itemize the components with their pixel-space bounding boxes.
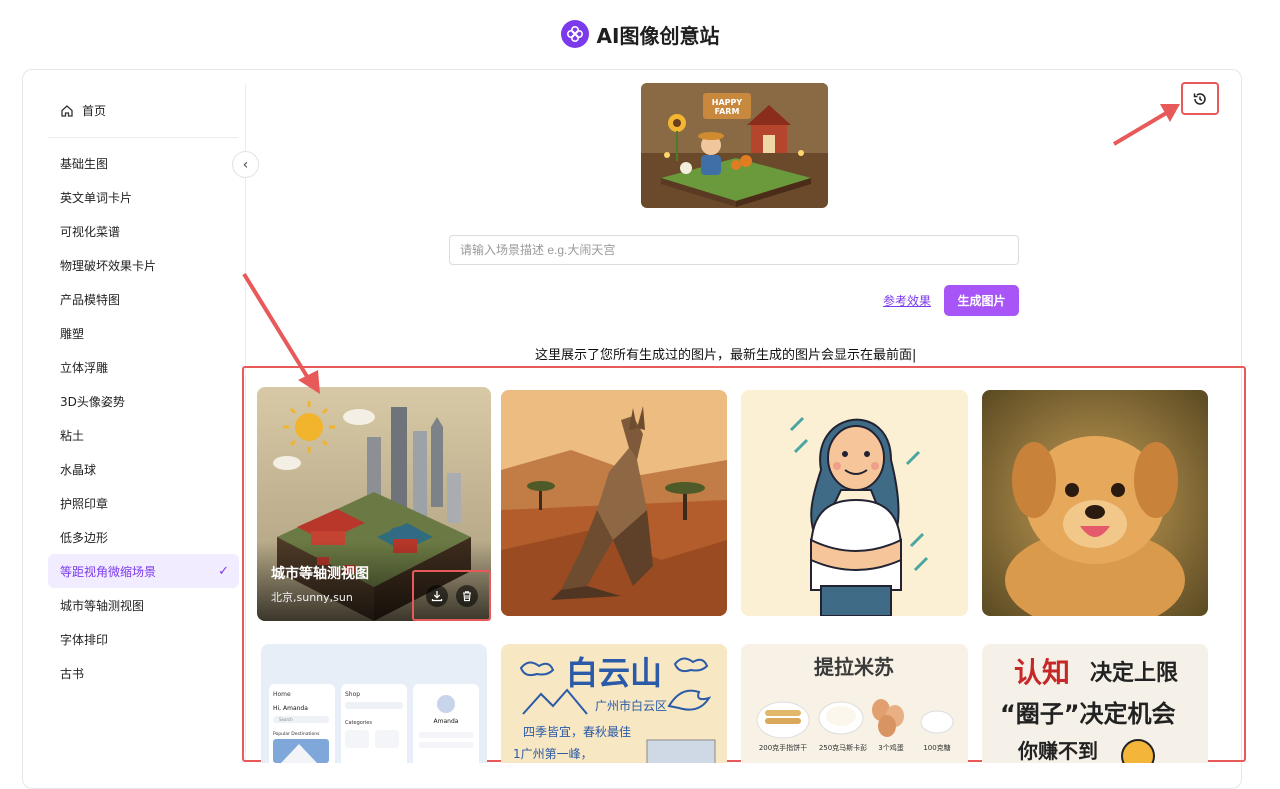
- sidebar-item-passport-stamp[interactable]: 护照印章: [48, 486, 239, 520]
- sidebar-item-label: 基础生图: [60, 156, 109, 171]
- sidebar-item-label: 护照印章: [60, 496, 109, 511]
- delete-button[interactable]: [455, 584, 478, 607]
- sidebar-item-city-isometric[interactable]: 城市等轴测视图: [48, 588, 239, 622]
- reference-effect-link[interactable]: 参考效果: [883, 292, 931, 309]
- sidebar-item-label: 等距视角微缩场景: [60, 564, 157, 579]
- mockup-greeting: Hi, Amanda: [273, 705, 308, 712]
- sidebar-item-label: 低多边形: [60, 530, 109, 545]
- history-button[interactable]: [1181, 82, 1219, 115]
- typography-image: 认知 决定上限 “圈子”决定机会 你赚不到: [982, 644, 1208, 763]
- sidebar-item-label: 产品模特图: [60, 292, 121, 307]
- sidebar-item-product-model[interactable]: 产品模特图: [48, 282, 239, 316]
- flower-logo-icon: [560, 20, 589, 48]
- svg-text:FARM: FARM: [715, 107, 740, 116]
- sidebar-item-label: 英文单词卡片: [60, 190, 133, 205]
- download-button[interactable]: [425, 584, 448, 607]
- sidebar-item-label: 可视化菜谱: [60, 224, 121, 239]
- hero-sign-text: HAPPY: [712, 98, 743, 107]
- card-actions-highlight: [412, 570, 491, 621]
- sidebar-item-clay[interactable]: 粘土: [48, 418, 239, 452]
- prompt-input[interactable]: [449, 235, 1019, 265]
- puppy-image: [982, 390, 1208, 616]
- tiramisu-image: 提拉米苏 200克手指饼干 250克马斯卡彭 3个鸡蛋 100克糖: [741, 644, 968, 763]
- mockup-section: Popular Destinations: [273, 731, 320, 737]
- sidebar-item-label: 立体浮雕: [60, 360, 109, 375]
- generate-image-button[interactable]: 生成图片: [944, 285, 1019, 316]
- top-header: AI图像创意站: [0, 0, 1280, 68]
- woman-image: [741, 390, 968, 616]
- card-subtitle: 北京,sunny,sun: [271, 591, 353, 604]
- sidebar-item-3d-avatar[interactable]: 3D头像姿势: [48, 384, 239, 418]
- tiramisu-title: 提拉米苏: [814, 655, 894, 679]
- sidebar-item-label: 物理破坏效果卡片: [60, 258, 157, 273]
- check-icon: ✓: [218, 563, 229, 579]
- sidebar-menu: 基础生图 英文单词卡片 可视化菜谱 物理破坏效果卡片 产品模特图 雕塑 立体浮雕…: [48, 146, 239, 690]
- quote-line3: 你赚不到: [1017, 739, 1098, 763]
- sidebar-item-destruction[interactable]: 物理破坏效果卡片: [48, 248, 239, 282]
- poster-line1: 四季皆宜，春秋最佳: [523, 724, 631, 739]
- hero-image: HAPPY FARM: [641, 83, 828, 208]
- sidebar-item-relief[interactable]: 立体浮雕: [48, 350, 239, 384]
- sidebar-item-label: 古书: [60, 666, 85, 681]
- gallery-card-typography[interactable]: 认知 决定上限 “圈子”决定机会 你赚不到: [982, 644, 1208, 763]
- quote-red: 认知: [1014, 656, 1070, 689]
- sidebar-collapse-button[interactable]: ‹: [232, 151, 259, 178]
- kangaroo-image: [501, 390, 727, 616]
- sidebar-item-label: 字体排印: [60, 632, 109, 647]
- app-title: AI图像创意站: [596, 23, 720, 48]
- gallery-card-woman[interactable]: [741, 390, 968, 616]
- quote-line1: 决定上限: [1090, 660, 1178, 686]
- sidebar-item-word-card[interactable]: 英文单词卡片: [48, 180, 239, 214]
- sidebar-home-label: 首页: [82, 104, 107, 118]
- gallery-info-text: 这里展示了您所有生成过的图片，最新生成的图片会显示在最前面|: [535, 348, 917, 363]
- chevron-left-icon: ‹: [242, 156, 249, 173]
- sidebar-item-recipe[interactable]: 可视化菜谱: [48, 214, 239, 248]
- history-icon: [1193, 92, 1206, 105]
- quote-line2: “圈子”决定机会: [1000, 700, 1176, 728]
- sidebar: 首页 基础生图 英文单词卡片 可视化菜谱 物理破坏效果卡片 产品模特图 雕塑 立…: [48, 84, 246, 764]
- sidebar-item-label: 水晶球: [60, 462, 97, 477]
- sidebar-item-typography[interactable]: 字体排印: [48, 622, 239, 656]
- sidebar-item-ancient-book[interactable]: 古书: [48, 656, 239, 690]
- app-mockup-image: Home Hi, Amanda Search Popular Destinati…: [261, 644, 487, 763]
- sidebar-item-low-poly[interactable]: 低多边形: [48, 520, 239, 554]
- sidebar-item-label: 3D头像姿势: [60, 394, 125, 409]
- sidebar-item-label: 粘土: [60, 428, 85, 443]
- sidebar-item-isometric-miniature[interactable]: 等距视角微缩场景 ✓: [48, 554, 239, 588]
- gallery-card-baiyun-poster[interactable]: 白云山 广州市白云区 四季皆宜，春秋最佳 1广州第一峰，: [501, 644, 727, 763]
- ingredient-label: 3个鸡蛋: [878, 743, 903, 752]
- sidebar-item-label: 雕塑: [60, 326, 85, 341]
- mockup-home: Home: [273, 691, 291, 698]
- mockup-shop: Shop: [345, 691, 360, 698]
- mockup-categories: Categories: [345, 720, 372, 726]
- gallery-card-app-mockup[interactable]: Home Hi, Amanda Search Popular Destinati…: [261, 644, 487, 763]
- sidebar-item-sculpture[interactable]: 雕塑: [48, 316, 239, 350]
- mockup-search: Search: [279, 717, 293, 722]
- ingredient-label: 200克手指饼干: [759, 743, 807, 752]
- sidebar-item-crystal-ball[interactable]: 水晶球: [48, 452, 239, 486]
- sidebar-item-basic[interactable]: 基础生图: [48, 146, 239, 180]
- gallery-card-puppy[interactable]: [982, 390, 1208, 616]
- trash-icon: [462, 590, 471, 601]
- card-title: 城市等轴测视图: [271, 566, 369, 582]
- poster-line2: 1广州第一峰，: [513, 747, 593, 761]
- mockup-name: Amanda: [434, 718, 459, 725]
- download-icon: [431, 590, 442, 601]
- sidebar-item-label: 城市等轴测视图: [60, 598, 145, 613]
- gallery-card-kangaroo[interactable]: [501, 390, 727, 616]
- poster-location: 广州市白云区: [595, 698, 667, 713]
- ingredient-label: 100克糖: [923, 743, 950, 752]
- home-icon: [61, 104, 73, 117]
- gallery-card-tiramisu[interactable]: 提拉米苏 200克手指饼干 250克马斯卡彭 3个鸡蛋 100克糖: [741, 644, 968, 763]
- poster-title: 白云山: [566, 654, 662, 692]
- ingredient-label: 250克马斯卡彭: [819, 743, 867, 752]
- sidebar-item-home[interactable]: 首页: [60, 102, 106, 119]
- sidebar-divider: [48, 137, 238, 138]
- baiyun-poster-image: 白云山 广州市白云区 四季皆宜，春秋最佳 1广州第一峰，: [501, 644, 727, 763]
